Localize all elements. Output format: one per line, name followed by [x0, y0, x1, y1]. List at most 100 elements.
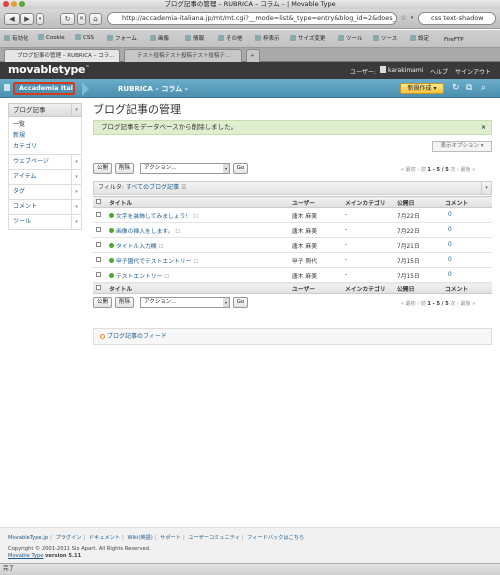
- sidebar-item-webpages[interactable]: ウェブページ ▾: [8, 155, 82, 170]
- entry-title-link[interactable]: 甲子園代でテストエントリー: [116, 259, 191, 265]
- sidebar-subitem-new[interactable]: 新規: [9, 130, 81, 141]
- tab-entries[interactable]: ブログ記事の管理 – RUBRICA – コラ...: [4, 49, 120, 62]
- sidebar-subitem-list[interactable]: 一覧: [9, 119, 81, 130]
- bookmark-item[interactable]: 画像: [150, 34, 169, 42]
- footer-link[interactable]: ドキュメント: [89, 535, 120, 541]
- dropdown-history-button[interactable]: ▾: [36, 13, 44, 25]
- bookmark-item[interactable]: ツール: [338, 34, 363, 42]
- select-all-checkbox[interactable]: [93, 196, 106, 208]
- bookmark-item[interactable]: その他: [218, 34, 243, 42]
- signout-link[interactable]: サインアウト: [455, 67, 491, 76]
- urlbar-dropdown-icon[interactable]: ▾: [408, 13, 416, 25]
- pager-prev-link[interactable]: « 最初 ‹ 前: [401, 167, 426, 173]
- product-link[interactable]: Movable Type: [8, 553, 43, 559]
- column-category[interactable]: メインカテゴリ: [342, 282, 394, 294]
- rebuild-icon[interactable]: ↻: [452, 83, 460, 93]
- minimize-window-button[interactable]: [11, 1, 17, 7]
- delete-button[interactable]: 削除: [115, 163, 134, 174]
- close-icon[interactable]: ×: [481, 121, 486, 134]
- row-checkbox[interactable]: [93, 252, 106, 268]
- column-date[interactable]: 公開日: [394, 282, 442, 294]
- bookmark-item[interactable]: 情報: [185, 34, 204, 42]
- reload-icon[interactable]: ↻: [60, 13, 75, 25]
- entry-title-link[interactable]: 文字を装飾してみましょう！: [116, 214, 191, 220]
- column-comments[interactable]: コメント: [442, 196, 492, 208]
- footer-link[interactable]: MovableType.jp: [8, 535, 48, 541]
- blog-name[interactable]: RUBRICA – コラム –: [118, 84, 188, 94]
- sidebar-item-tags[interactable]: タグ ▾: [8, 185, 82, 200]
- filter-value[interactable]: すべてのブログ記事: [126, 184, 179, 191]
- stop-icon[interactable]: ✕: [77, 13, 86, 25]
- chevron-down-icon[interactable]: ▾: [71, 104, 81, 116]
- chevron-down-icon[interactable]: ▾: [481, 182, 491, 194]
- new-tab-button[interactable]: +: [246, 49, 260, 62]
- display-options-button[interactable]: 表示オプション ▾: [432, 141, 492, 152]
- entry-comments-link[interactable]: 0: [442, 237, 492, 253]
- search-input[interactable]: css text-shadow: [418, 12, 496, 25]
- pager-prev-link[interactable]: « 最初 ‹ 前: [401, 301, 426, 307]
- new-create-button[interactable]: 新規作成 ▾: [400, 83, 444, 94]
- footer-link[interactable]: フィードバックはこちら: [247, 535, 304, 541]
- entry-comments-link[interactable]: 0: [442, 267, 492, 283]
- footer-link[interactable]: プラグイン: [56, 535, 82, 541]
- column-user[interactable]: ユーザー: [289, 196, 342, 208]
- entry-comments-link[interactable]: 0: [442, 252, 492, 268]
- movabletype-logo[interactable]: movabletype™: [8, 63, 89, 76]
- fireftp-button[interactable]: FireFTP: [444, 37, 464, 43]
- entry-title-link[interactable]: 画像の挿入をします。: [116, 229, 173, 235]
- go-button[interactable]: Go: [233, 297, 248, 308]
- close-window-button[interactable]: [3, 1, 9, 7]
- row-checkbox[interactable]: [93, 207, 106, 223]
- filter-bar[interactable]: フィルタ: すべてのブログ記事 ☰ ▾: [93, 181, 492, 195]
- row-checkbox[interactable]: [93, 267, 106, 283]
- publish-button[interactable]: 公開: [93, 297, 112, 308]
- bookmark-item[interactable]: サイズ変更: [290, 34, 325, 42]
- sidebar-subitem-categories[interactable]: カテゴリ: [9, 141, 81, 152]
- entry-comments-link[interactable]: 0: [442, 222, 492, 238]
- entry-title-link[interactable]: タイトル入力欄: [116, 244, 157, 250]
- bookmark-item[interactable]: フォーム: [107, 34, 137, 42]
- bookmark-item[interactable]: Cookie: [38, 34, 65, 41]
- go-button[interactable]: Go: [233, 163, 248, 174]
- select-all-checkbox[interactable]: [93, 282, 106, 294]
- view-site-icon[interactable]: ⧉: [466, 83, 472, 93]
- column-date[interactable]: 公開日: [394, 196, 442, 208]
- footer-link[interactable]: ユーザーコミュニティ: [188, 535, 239, 541]
- username-link[interactable]: karakimami: [388, 67, 423, 74]
- footer-link[interactable]: サポート: [160, 535, 181, 541]
- bookmark-item[interactable]: ソース: [373, 34, 397, 42]
- url-input[interactable]: http://accademia-italiana.jp/mt/mt.cgi?_…: [107, 12, 397, 25]
- bookmark-item[interactable]: CSS: [75, 34, 94, 41]
- sidebar-item-assets[interactable]: アイテム ▾: [8, 170, 82, 185]
- feed-link[interactable]: ブログ記事のフィード: [107, 333, 167, 340]
- site-menu-icon[interactable]: [4, 84, 10, 91]
- column-title[interactable]: タイトル: [106, 282, 289, 294]
- action-select[interactable]: アクション... ▾: [140, 163, 230, 174]
- search-icon[interactable]: ⌕: [481, 83, 486, 93]
- bookmark-item[interactable]: 有効化: [4, 34, 29, 42]
- zoom-window-button[interactable]: [19, 1, 25, 7]
- bookmark-item[interactable]: 設定: [410, 34, 429, 42]
- bookmark-star-icon[interactable]: ☆: [399, 13, 408, 25]
- column-category[interactable]: メインカテゴリ: [342, 196, 394, 208]
- back-button[interactable]: ◀: [4, 13, 20, 25]
- sidebar-section-entries[interactable]: ブログ記事 ▾: [8, 103, 82, 117]
- entry-title-link[interactable]: テストエントリー: [116, 274, 162, 280]
- action-select[interactable]: アクション... ▾: [140, 297, 230, 308]
- column-user[interactable]: ユーザー: [289, 282, 342, 294]
- home-icon[interactable]: ⌂: [89, 13, 102, 25]
- row-checkbox[interactable]: [93, 237, 106, 253]
- bookmark-item[interactable]: 枠表示: [255, 34, 280, 42]
- pager-next-link[interactable]: 次 › 最後 »: [450, 167, 475, 173]
- column-title[interactable]: タイトル: [106, 196, 289, 208]
- delete-button[interactable]: 削除: [115, 297, 134, 308]
- pager-next-link[interactable]: 次 › 最後 »: [450, 301, 475, 307]
- forward-button[interactable]: ▶: [20, 13, 34, 25]
- column-comments[interactable]: コメント: [442, 282, 492, 294]
- entry-comments-link[interactable]: 0: [442, 207, 492, 223]
- help-link[interactable]: ヘルプ: [430, 67, 448, 76]
- filter-list-icon[interactable]: ☰: [181, 184, 186, 191]
- sidebar-item-comments[interactable]: コメント ▾: [8, 200, 82, 215]
- publish-button[interactable]: 公開: [93, 163, 112, 174]
- footer-link[interactable]: Wiki(英語): [127, 535, 152, 541]
